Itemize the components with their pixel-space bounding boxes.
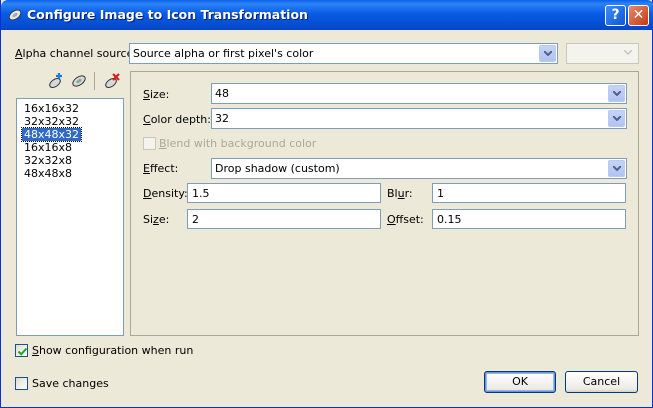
help-button[interactable]: ? <box>605 5 626 26</box>
list-item[interactable]: 16x16x8 <box>22 141 74 154</box>
color-depth-select[interactable]: 32 <box>211 108 627 129</box>
window-title: Configure Image to Icon Transformation <box>27 7 308 22</box>
offset-label: Offset: <box>387 213 424 226</box>
chevron-down-icon[interactable] <box>608 110 625 127</box>
add-format-icon[interactable] <box>47 72 65 90</box>
blur-label: Blur: <box>387 187 413 200</box>
offset-input[interactable]: 0.15 <box>432 209 626 229</box>
size-label: Size: <box>143 88 170 101</box>
dialog-window: Configure Image to Icon Transformation ?… <box>0 0 653 408</box>
show-config-label[interactable]: Show configuration when run <box>32 344 193 357</box>
density-label: Density: <box>143 187 188 200</box>
alpha-color-select <box>566 43 639 64</box>
chevron-down-icon[interactable] <box>608 160 625 177</box>
effect-select[interactable]: Drop shadow (custom) <box>211 158 627 179</box>
chevron-down-icon[interactable] <box>608 85 625 102</box>
toolbar-separator <box>94 72 95 90</box>
edit-format-icon[interactable] <box>70 72 88 90</box>
delete-format-icon[interactable] <box>103 72 121 90</box>
save-changes-label[interactable]: Save changes <box>32 377 109 390</box>
close-button[interactable]: ✕ <box>628 5 649 26</box>
list-item[interactable]: 32x32x8 <box>22 154 74 167</box>
effect-label: Effect: <box>143 162 179 175</box>
show-config-checkbox[interactable] <box>15 344 28 357</box>
blur-input[interactable]: 1 <box>432 183 626 203</box>
chevron-down-icon[interactable] <box>539 45 556 62</box>
alpha-source-select[interactable]: Source alpha or first pixel's color <box>129 43 558 64</box>
chevron-down-icon <box>620 45 637 62</box>
density-input[interactable]: 1.5 <box>187 183 381 203</box>
alpha-source-value: Source alpha or first pixel's color <box>133 47 314 60</box>
checkmark-icon <box>17 347 28 356</box>
list-item[interactable]: 48x48x32 <box>20 127 83 142</box>
blend-checkbox <box>143 137 156 150</box>
blend-label: Blend with background color <box>159 137 317 150</box>
size2-input[interactable]: 2 <box>187 209 381 229</box>
ok-button[interactable]: OK <box>484 371 556 393</box>
save-changes-checkbox[interactable] <box>15 377 28 390</box>
format-list[interactable]: 16x16x32 32x32x32 48x48x32 16x16x8 32x32x8 48… <box>16 98 124 336</box>
list-item[interactable]: 32x32x32 <box>22 115 81 128</box>
list-item[interactable]: 16x16x32 <box>22 102 81 115</box>
size2-label: Size: <box>143 213 170 226</box>
cancel-button[interactable]: Cancel <box>565 371 638 393</box>
size-select[interactable]: 48 <box>211 83 627 104</box>
app-icon <box>8 9 22 21</box>
color-depth-label: Color depth: <box>143 113 211 126</box>
title-bar[interactable]: Configure Image to Icon Transformation ?… <box>1 0 653 30</box>
list-item[interactable]: 48x48x8 <box>22 167 74 180</box>
alpha-source-label: Alpha channel source: <box>15 47 138 60</box>
